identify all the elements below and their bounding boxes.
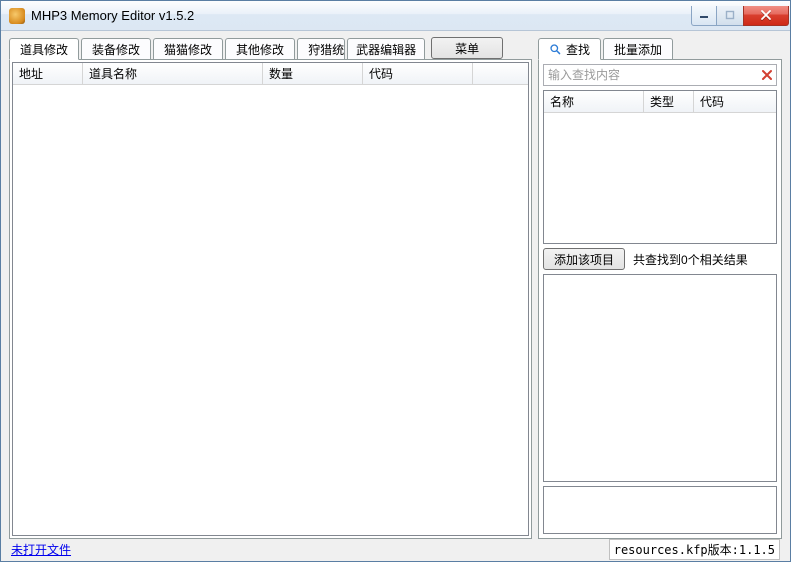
tab-label: 装备修改 [92,41,140,58]
col-name[interactable]: 名称 [544,91,644,112]
tab-label: 猫猫修改 [164,41,212,58]
items-grid-header: 地址 道具名称 数量 代码 [13,63,528,85]
results-header: 名称 类型 代码 [544,91,776,113]
col-quantity[interactable]: 数量 [263,63,363,84]
window-controls [692,6,789,26]
search-input[interactable] [544,68,758,82]
tab-batch-add[interactable]: 批量添加 [603,38,673,60]
menu-button-label: 菜单 [455,40,479,57]
results-body[interactable] [544,113,776,243]
right-tabs: 查找 批量添加 [538,37,782,59]
app-icon [9,8,25,24]
col-type[interactable]: 类型 [644,91,694,112]
col-code[interactable]: 代码 [694,91,776,112]
left-tab-body: 地址 道具名称 数量 代码 [9,59,532,539]
items-grid[interactable]: 地址 道具名称 数量 代码 [12,62,529,536]
main-row: 道具修改 装备修改 猫猫修改 其他修改 狩猎统计 武器编辑器 菜单 地址 道具名… [9,37,782,539]
right-pane: 查找 批量添加 名称 类型 代码 [538,37,782,539]
window-title: MHP3 Memory Editor v1.5.2 [31,8,692,23]
col-item-name[interactable]: 道具名称 [83,63,263,84]
app-window: MHP3 Memory Editor v1.5.2 道具修改 装备修改 猫猫修改… [0,0,791,562]
tab-equipment[interactable]: 装备修改 [81,38,151,60]
menu-button[interactable]: 菜单 [431,37,503,59]
client-area: 道具修改 装备修改 猫猫修改 其他修改 狩猎统计 武器编辑器 菜单 地址 道具名… [1,31,790,561]
col-address[interactable]: 地址 [13,63,83,84]
clear-search-button[interactable] [758,69,776,81]
tab-label: 狩猎统计 [308,41,345,58]
add-row: 添加该项目 共查找到0个相关结果 [543,248,777,270]
col-code[interactable]: 代码 [363,63,473,84]
right-tab-body: 名称 类型 代码 添加该项目 共查找到0个相关结果 [538,59,782,539]
items-grid-body[interactable] [13,85,528,535]
tab-other[interactable]: 其他修改 [225,38,295,60]
result-count-text: 共查找到0个相关结果 [633,251,748,268]
preview-box [543,486,777,534]
details-box[interactable] [543,274,777,482]
maximize-button [716,6,744,26]
tab-label: 武器编辑器 [356,41,416,58]
search-row [543,64,777,86]
titlebar[interactable]: MHP3 Memory Editor v1.5.2 [1,1,790,31]
tab-label: 道具修改 [20,41,68,58]
tab-cats[interactable]: 猫猫修改 [153,38,223,60]
left-pane: 道具修改 装备修改 猫猫修改 其他修改 狩猎统计 武器编辑器 菜单 地址 道具名… [9,37,532,539]
file-status-link[interactable]: 未打开文件 [11,541,71,558]
resource-version: resources.kfp版本:1.1.5 [609,539,780,560]
add-item-label: 添加该项目 [554,251,614,268]
tab-weapon-editor[interactable]: 武器编辑器 [347,38,425,60]
search-results-grid[interactable]: 名称 类型 代码 [543,90,777,244]
tab-items[interactable]: 道具修改 [9,38,79,60]
close-button[interactable] [743,6,789,26]
col-spacer [473,63,528,84]
add-item-button[interactable]: 添加该项目 [543,248,625,270]
minimize-button[interactable] [691,6,717,26]
tab-label: 批量添加 [614,41,662,58]
statusbar: 未打开文件 resources.kfp版本:1.1.5 [9,539,782,559]
tab-label: 其他修改 [236,41,284,58]
search-icon [549,43,562,56]
tab-huntstats[interactable]: 狩猎统计 [297,38,345,60]
tab-label: 查找 [566,41,590,58]
close-icon [761,69,773,81]
tab-search[interactable]: 查找 [538,38,601,60]
left-tabs: 道具修改 装备修改 猫猫修改 其他修改 狩猎统计 武器编辑器 菜单 [9,37,532,59]
